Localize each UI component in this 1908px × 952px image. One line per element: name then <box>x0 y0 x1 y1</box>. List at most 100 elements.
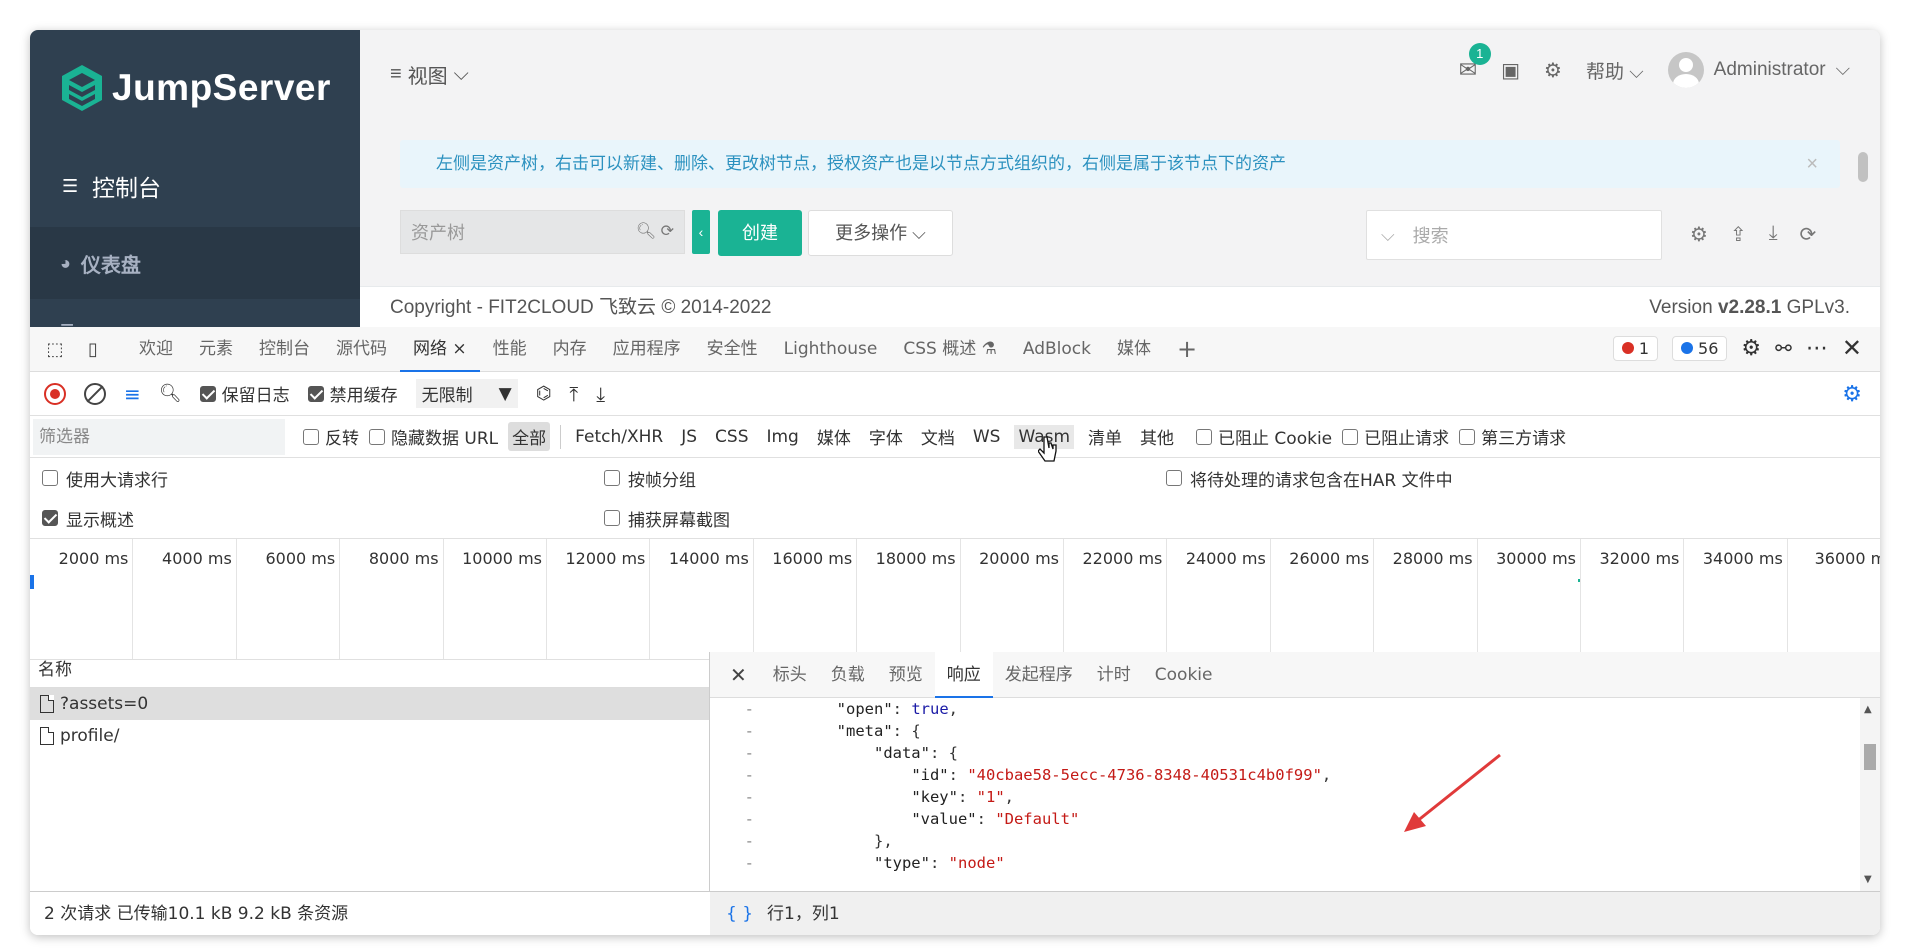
tab-timing[interactable]: 计时 <box>1085 652 1143 698</box>
scroll-down-arrow-icon[interactable]: ▼ <box>1864 874 1872 885</box>
hide-data-urls-checkbox[interactable]: 隐藏数据 URL <box>369 424 498 449</box>
add-tab-icon[interactable]: + <box>1164 327 1210 372</box>
tab-media[interactable]: 媒体 <box>1104 327 1164 372</box>
filter-type-manifest[interactable]: 清单 <box>1084 422 1126 451</box>
dropdown-caret-icon: ▼ <box>498 383 512 404</box>
include-pending-har-checkbox[interactable]: 将待处理的请求包含在HAR 文件中 <box>1166 466 1453 491</box>
refresh-icon[interactable]: ⟳ <box>661 223 674 240</box>
clear-icon[interactable] <box>84 382 106 405</box>
tab-initiator[interactable]: 发起程序 <box>993 652 1085 698</box>
group-by-frame-checkbox[interactable]: 按帧分组 <box>604 466 696 491</box>
big-request-rows-checkbox[interactable]: 使用大请求行 <box>42 466 168 491</box>
tab-headers[interactable]: 标头 <box>761 652 819 698</box>
search-input[interactable]: ⌵ 搜索 <box>1366 210 1662 260</box>
tab-security[interactable]: 安全性 <box>694 327 771 372</box>
filter-type-other[interactable]: 其他 <box>1136 422 1178 451</box>
preserve-log-checkbox[interactable]: 保留日志 <box>199 381 290 406</box>
tab-memory[interactable]: 内存 <box>540 327 600 372</box>
filter-type-js[interactable]: JS <box>677 425 701 449</box>
download-icon[interactable]: ⤓ <box>1769 222 1778 247</box>
filter-type-font[interactable]: 字体 <box>865 422 907 451</box>
request-row[interactable]: profile/ <box>30 720 709 752</box>
settings-gear-icon[interactable]: ⚙ <box>1690 222 1708 247</box>
help-menu[interactable]: 帮助 ⌵ <box>1586 57 1644 84</box>
tab-application[interactable]: 应用程序 <box>600 327 694 372</box>
blocked-cookies-checkbox[interactable]: 已阻止 Cookie <box>1196 424 1332 449</box>
filter-type-img[interactable]: Img <box>762 425 802 449</box>
tab-elements[interactable]: 元素 <box>186 327 246 372</box>
logo[interactable]: JumpServer <box>30 30 360 145</box>
scroll-up-arrow-icon[interactable]: ▲ <box>1864 704 1872 715</box>
import-har-icon[interactable]: ⤒ <box>569 382 578 406</box>
mail-button[interactable]: ✉ 1 <box>1459 43 1491 83</box>
customize-icon[interactable]: ⚯ <box>1775 336 1792 360</box>
tab-cookies[interactable]: Cookie <box>1143 652 1225 698</box>
request-list-header[interactable]: 名称 <box>30 652 709 688</box>
tab-welcome[interactable]: 欢迎 <box>126 327 186 372</box>
more-options-icon[interactable]: ⋯ <box>1806 336 1828 361</box>
sidebar-item-dashboard[interactable]: ◕ 仪表盘 <box>30 227 360 299</box>
view-menu[interactable]: ≡ 视图 ⌵ <box>390 60 469 89</box>
device-toolbar-icon[interactable]: ▯ <box>80 336 106 362</box>
scroll-thumb[interactable] <box>1864 744 1876 770</box>
close-detail-icon[interactable]: ✕ <box>716 663 761 687</box>
invert-checkbox[interactable]: 反转 <box>303 424 359 449</box>
search-icon[interactable]: 🔍︎ <box>159 383 182 404</box>
tab-adblock[interactable]: AdBlock <box>1010 327 1104 372</box>
error-count-badge[interactable]: 1 <box>1612 335 1659 361</box>
tab-preview[interactable]: 预览 <box>877 652 935 698</box>
settings-gear-icon[interactable]: ⚙ <box>1544 58 1562 83</box>
filter-input[interactable]: 筛选器 <box>33 418 285 455</box>
close-tab-icon[interactable]: × <box>452 339 466 359</box>
request-row[interactable]: ?assets=0 <box>30 688 709 720</box>
refresh-icon[interactable]: ⟳ <box>1800 222 1817 247</box>
chevron-down-icon[interactable]: ⌵ <box>1381 225 1395 246</box>
filter-type-fetch-xhr[interactable]: Fetch/XHR <box>571 425 667 449</box>
close-devtools-icon[interactable]: ✕ <box>1842 334 1862 362</box>
tab-console[interactable]: 控制台 <box>246 327 323 372</box>
tree-toggle-button[interactable]: ‹ <box>692 210 710 254</box>
json-separator: : <box>976 810 996 828</box>
network-settings-gear-icon[interactable]: ⚙ <box>1842 382 1862 407</box>
disable-cache-checkbox[interactable]: 禁用缓存 <box>307 381 398 406</box>
filter-type-css[interactable]: CSS <box>711 425 752 449</box>
export-har-icon[interactable]: ⤓ <box>596 382 605 406</box>
pretty-print-icon[interactable]: { } <box>726 892 753 935</box>
sidebar-item-console[interactable]: ☰ 控制台 <box>30 145 360 227</box>
upload-icon[interactable]: ⇪ <box>1730 222 1747 247</box>
filter-type-media[interactable]: 媒体 <box>813 422 855 451</box>
response-scrollbar[interactable]: ▲ ▼ <box>1860 698 1880 891</box>
tab-css-overview[interactable]: CSS 概述 ⚗ <box>890 327 1010 372</box>
filter-type-ws[interactable]: WS <box>969 425 1005 449</box>
tab-response[interactable]: 响应 <box>934 651 993 698</box>
tab-payload[interactable]: 负载 <box>819 652 877 698</box>
tab-lighthouse[interactable]: Lighthouse <box>771 327 891 372</box>
inspect-element-icon[interactable]: ⬚ <box>42 336 68 362</box>
tab-sources[interactable]: 源代码 <box>323 327 400 372</box>
blocked-requests-checkbox[interactable]: 已阻止请求 <box>1342 424 1449 449</box>
search-icon[interactable]: 🔍︎ <box>636 223 656 240</box>
filter-type-all[interactable]: 全部 <box>508 422 551 451</box>
capture-screenshots-checkbox[interactable]: 捕获屏幕截图 <box>604 506 730 531</box>
filter-type-doc[interactable]: 文档 <box>917 422 959 451</box>
settings-gear-icon[interactable]: ⚙ <box>1741 336 1761 361</box>
close-icon[interactable]: × <box>1806 140 1818 188</box>
asset-tree-search[interactable]: 资产树 🔍︎ ⟳ <box>400 210 685 254</box>
tab-network[interactable]: 网络 × <box>400 327 480 372</box>
network-overview-timeline[interactable]: 2000 ms 4000 ms 6000 ms 8000 ms 10000 ms 1200… <box>30 538 1880 660</box>
throttle-select[interactable]: 无限制 ▼ <box>415 379 518 408</box>
more-actions-button[interactable]: 更多操作 ⌵ <box>808 210 953 256</box>
tab-performance[interactable]: 性能 <box>480 327 540 372</box>
terminal-icon[interactable]: ▣ <box>1501 58 1520 83</box>
create-button[interactable]: 创建 <box>718 210 802 256</box>
diff-gutter-mark: - <box>744 854 754 872</box>
page-scrollbar[interactable] <box>1858 152 1868 182</box>
show-overview-checkbox[interactable]: 显示概述 <box>42 506 134 531</box>
message-count-badge[interactable]: 56 <box>1672 335 1728 361</box>
third-party-checkbox[interactable]: 第三方请求 <box>1459 424 1566 449</box>
filter-icon[interactable]: ≡ <box>124 382 141 406</box>
record-icon[interactable] <box>44 382 66 405</box>
user-menu[interactable]: Administrator ⌵ <box>1667 52 1850 88</box>
response-code-view[interactable]: - "open": true, - "meta": {- "data": {- "… <box>710 698 1860 891</box>
network-conditions-icon[interactable]: ⌬ <box>536 383 552 404</box>
